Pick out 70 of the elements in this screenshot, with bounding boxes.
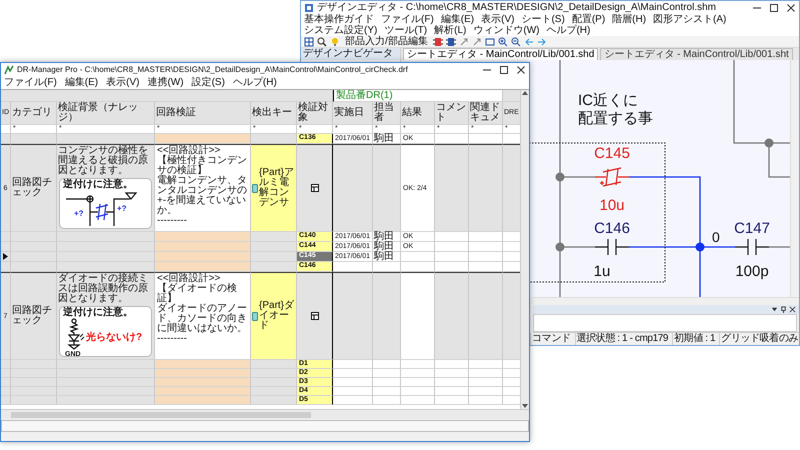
polarity-label: +? — [74, 209, 84, 218]
card-title: 逆付けに注意。 — [62, 179, 133, 190]
part-reference: C145 — [594, 145, 630, 162]
menu-item[interactable]: ウィンドウ(W) — [473, 25, 540, 36]
part-reference: C146 — [594, 220, 630, 237]
verification-line: --------- — [157, 334, 188, 344]
column-header[interactable]: 検証背景（ナレッジ） — [57, 102, 155, 125]
verification-line: ダイオードのアノード、カソードの向きに間違いはないか。 — [157, 304, 248, 334]
person-cell: 駒田 — [373, 252, 401, 262]
menu-item[interactable]: 表示(V) — [481, 14, 514, 25]
column-header[interactable]: 検証対象 — [297, 102, 333, 125]
column-header[interactable]: 回路検証 — [155, 102, 251, 125]
menu-item[interactable]: ヘルプ(H) — [546, 25, 590, 36]
menu-item[interactable]: 連携(W) — [147, 76, 184, 89]
menu-item[interactable]: ツール(T) — [384, 25, 428, 36]
verification-line: --------- — [157, 216, 188, 226]
column-header[interactable]: 検出キー — [251, 102, 297, 125]
verification-line: 【ダイオードの検証】 — [157, 284, 238, 304]
menu-item[interactable]: 表示(V) — [106, 76, 140, 89]
window-title: デザインエディタ - C:\home\CR8_MASTER\DESIGN\2_DetailDesign_A\MainControl.shm — [317, 2, 717, 14]
warning-label: 光らないけ? — [86, 332, 142, 343]
detection-key: {Part}アルミ電解コンデンサ — [259, 168, 295, 208]
menu-item[interactable]: 編集(E) — [64, 76, 98, 89]
person-cell: 駒田 — [373, 134, 401, 144]
column-header[interactable]: 実施日 — [333, 102, 373, 125]
part-value: 1u — [594, 263, 610, 280]
menu-item[interactable]: 解析(L) — [434, 25, 466, 36]
annotation-text: IC近くに 配置する事 — [578, 92, 653, 127]
status-text: 選択状態 : 1 - cmp179 — [574, 333, 670, 345]
part-reference: C147 — [734, 220, 770, 237]
column-header[interactable]: 担当者 — [373, 102, 401, 125]
category-cell: 回路図チェック — [11, 272, 57, 360]
column-header[interactable]: 結果 — [401, 102, 435, 125]
menu-item[interactable]: 編集(E) — [440, 14, 474, 25]
menu-item[interactable]: 階層(H) — [612, 14, 646, 25]
toolbar-button[interactable]: 部品入力/部品編集 — [343, 36, 430, 46]
panel-title: デザインナビゲータ — [301, 48, 400, 60]
status-text: 初期値 : 1 — [672, 333, 716, 345]
status-text: グリッド吸着のみ — [719, 333, 799, 345]
menu-item[interactable]: ヘルプ(H) — [232, 76, 277, 89]
menu-item[interactable]: 図形アシスト(A) — [653, 14, 726, 25]
window-title: DR-Manager Pro - C:\home\CR8_MASTER\DESIGN\2_DetailDesign_A\MainControl\MainControl_cirCheck.drf — [17, 64, 409, 76]
polarity-label: +? — [117, 204, 127, 213]
group-header: 製品番DR(1) — [333, 90, 503, 102]
background-text: ダイオードの接続ミスは回路誤動作の原因となります。 — [58, 274, 149, 304]
verification-line: <<回路設計>> — [157, 274, 222, 284]
card-title: 逆付けに注意。 — [62, 307, 133, 318]
menu-item[interactable]: 配置(P) — [572, 14, 606, 25]
part-value: 10u — [599, 197, 625, 214]
verification-line: 電解コンデンサ、タンタルコンデンサの+-を間違えていないか。 — [157, 176, 248, 216]
person-cell: 駒田 — [373, 242, 401, 252]
column-header[interactable]: カテゴリ — [11, 102, 57, 125]
editor-tab[interactable]: シートエディタ - MainControl/Lib/001.shd — [403, 48, 598, 60]
menu-item[interactable]: 基本操作ガイド — [304, 14, 374, 25]
column-header[interactable]: 関連ドキュメ — [469, 102, 503, 125]
menu-item[interactable]: シート(S) — [521, 14, 565, 25]
menu-item[interactable]: ファイル(F) — [381, 14, 434, 25]
part-value: 100p — [735, 263, 769, 280]
verification-line: 【極性付きコンデンサの検証】 — [157, 156, 248, 176]
editor-tab[interactable]: シートエディタ - MainControl/Lib/001.sht — [600, 48, 793, 60]
person-cell: 駒田 — [373, 232, 401, 242]
detection-key: {Part}ダイオード — [259, 301, 295, 331]
menu-item[interactable]: 設定(S) — [192, 76, 225, 89]
menu-item[interactable]: ファイル(F) — [4, 76, 57, 89]
menu-item[interactable]: システム設定(Y) — [304, 25, 378, 36]
verification-line: <<回路設計>> — [157, 146, 222, 156]
column-header[interactable]: コメント — [435, 102, 469, 125]
category-cell: 回路図チェック — [11, 144, 57, 232]
background-text: コンデンサの極性を間違えると破損の原因となります。 — [58, 146, 149, 176]
net-label: 0 — [712, 229, 720, 245]
